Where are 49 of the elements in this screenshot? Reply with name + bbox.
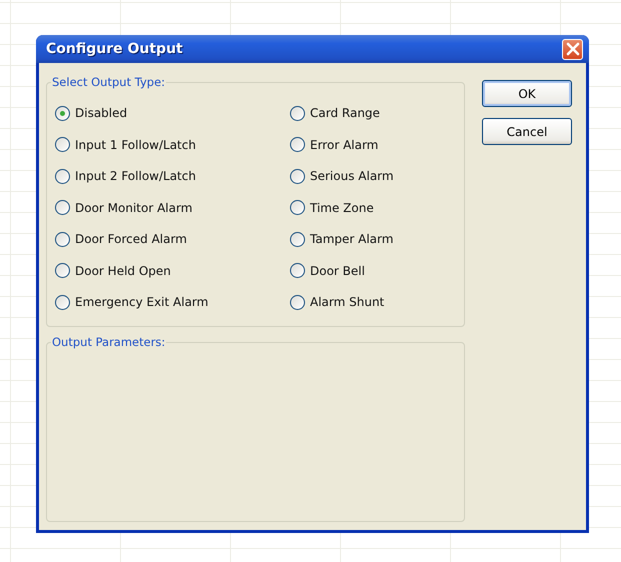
radio-button[interactable]	[55, 106, 70, 120]
radio-option[interactable]: Alarm Shunt	[290, 292, 456, 312]
radio-button[interactable]	[55, 137, 70, 152]
group-legend: Output Parameters:	[51, 335, 166, 349]
radio-option[interactable]: Error Alarm	[290, 134, 456, 154]
radio-option[interactable]: Tamper Alarm	[290, 229, 456, 249]
close-icon	[566, 42, 580, 56]
radio-button[interactable]	[55, 232, 70, 246]
radio-option[interactable]: Input 1 Follow/Latch	[55, 134, 290, 154]
radio-option[interactable]: Card Range	[290, 103, 456, 123]
radio-option[interactable]: Emergency Exit Alarm	[55, 292, 290, 312]
radio-option[interactable]: Serious Alarm	[290, 166, 456, 186]
option-label: Input 1 Follow/Latch	[75, 138, 196, 152]
option-label: Tamper Alarm	[310, 232, 394, 246]
radio-button[interactable]	[290, 168, 305, 184]
close-button[interactable]	[562, 38, 583, 60]
radio-button[interactable]	[290, 137, 305, 152]
radio-option[interactable]: Door Bell	[290, 260, 456, 280]
option-label: Card Range	[310, 106, 380, 120]
option-label: Door Held Open	[75, 264, 171, 278]
radio-option[interactable]: Door Held Open	[55, 260, 290, 280]
option-label: Emergency Exit Alarm	[75, 295, 208, 309]
radio-button[interactable]	[55, 168, 70, 184]
option-label: Time Zone	[310, 200, 374, 214]
option-label: Door Forced Alarm	[75, 232, 187, 246]
radio-option[interactable]: Disabled	[55, 103, 290, 123]
option-label: Disabled	[75, 106, 128, 120]
radio-button[interactable]	[55, 263, 70, 278]
radio-button[interactable]	[290, 294, 305, 310]
option-label: Error Alarm	[310, 138, 378, 152]
radio-button[interactable]	[290, 232, 305, 246]
radio-button[interactable]	[290, 263, 305, 278]
dialog-button[interactable]: Cancel	[482, 118, 572, 145]
option-label: Door Bell	[310, 264, 365, 278]
dialog-button[interactable]: OK	[482, 80, 572, 107]
option-label: Input 2 Follow/Latch	[75, 169, 196, 183]
option-label: Alarm Shunt	[310, 295, 384, 309]
radio-button[interactable]	[55, 294, 70, 310]
window-title: Configure Output	[46, 41, 183, 57]
radio-option[interactable]: Door Monitor Alarm	[55, 198, 290, 218]
radio-option[interactable]: Input 2 Follow/Latch	[55, 166, 290, 186]
radio-button[interactable]	[290, 106, 305, 120]
radio-button[interactable]	[290, 200, 305, 215]
option-label: Serious Alarm	[310, 169, 394, 183]
option-label: Door Monitor Alarm	[75, 200, 192, 214]
group-legend: Select Output Type:	[51, 75, 166, 89]
radio-option[interactable]: Time Zone	[290, 198, 456, 218]
radio-button[interactable]	[55, 200, 70, 215]
radio-option[interactable]: Door Forced Alarm	[55, 229, 290, 249]
